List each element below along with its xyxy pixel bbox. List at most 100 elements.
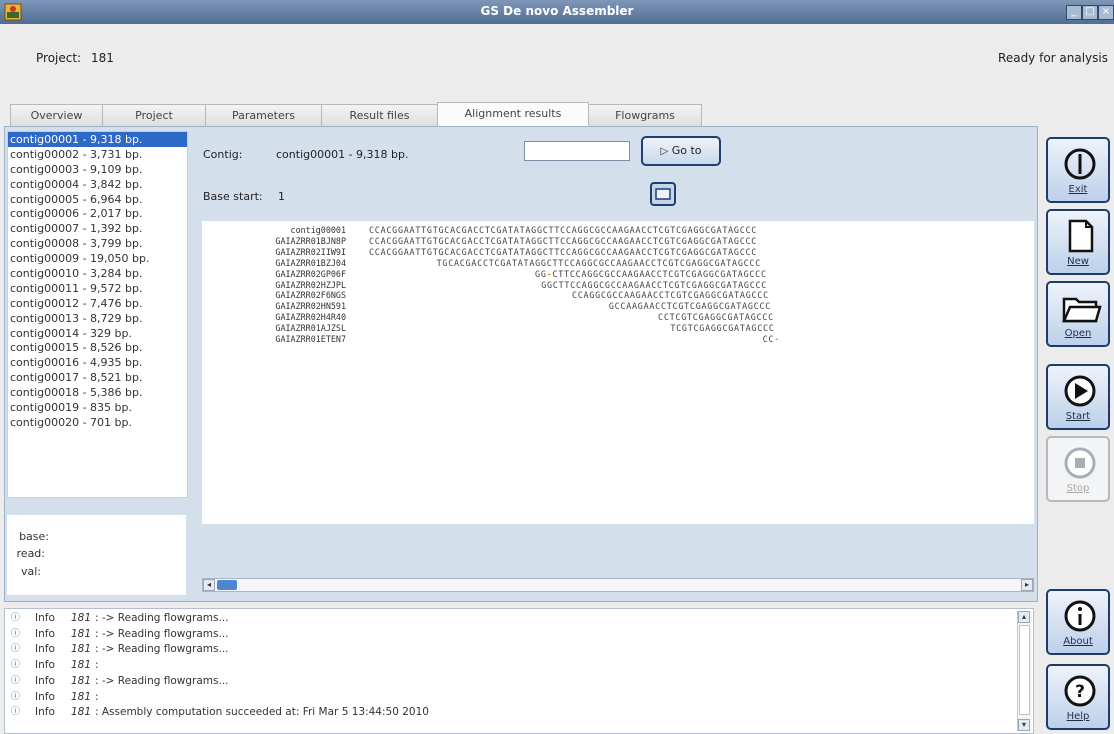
base-start-label: Base start: bbox=[203, 190, 263, 203]
alignment-row: GAIAZRR02GP06F GG-CTTCCAGGCGCCAAGAACCTCGT… bbox=[202, 269, 1034, 280]
maximize-button[interactable]: □ bbox=[1082, 5, 1098, 20]
contig-list-item[interactable]: contig00009 - 19,050 bp. bbox=[8, 251, 187, 266]
tab-alignment-results[interactable]: Alignment results bbox=[437, 102, 589, 127]
contig-label: Contig: bbox=[203, 148, 243, 161]
about-button[interactable]: About bbox=[1046, 589, 1110, 655]
tab-project[interactable]: Project bbox=[102, 104, 206, 126]
log-message: : bbox=[95, 659, 99, 672]
contig-list-item[interactable]: contig00011 - 9,572 bp. bbox=[8, 281, 187, 296]
exit-label: Exit bbox=[1068, 184, 1088, 195]
alignment-row: contig00001 CCACGGAATTGTGCACGACCTCGATATAG… bbox=[202, 225, 1034, 236]
stop-button[interactable]: Stop bbox=[1046, 436, 1110, 502]
contig-list-item[interactable]: contig00014 - 329 bp. bbox=[8, 326, 187, 341]
contig-list-item[interactable]: contig00020 - 701 bp. bbox=[8, 415, 187, 430]
scroll-down-icon[interactable]: ▾ bbox=[1018, 719, 1030, 731]
contig-list-item[interactable]: contig00005 - 6,964 bp. bbox=[8, 192, 187, 207]
play-arrow-icon: ▷ bbox=[660, 146, 669, 157]
log-message: : -> Reading flowgrams... bbox=[95, 674, 229, 687]
contig-value: contig00001 - 9,318 bp. bbox=[276, 148, 409, 161]
val-label: val: bbox=[20, 565, 41, 578]
log-vertical-scrollbar[interactable]: ▴ ▾ bbox=[1017, 611, 1032, 731]
horizontal-scrollbar[interactable]: ◂ ▸ bbox=[202, 578, 1034, 592]
status-text: Ready for analysis bbox=[998, 51, 1108, 65]
open-folder-icon bbox=[1062, 297, 1102, 323]
contig-list-item[interactable]: contig00019 - 835 bp. bbox=[8, 400, 187, 415]
log-scroll-thumb[interactable] bbox=[1019, 625, 1030, 715]
close-button[interactable]: × bbox=[1098, 5, 1114, 20]
scroll-thumb[interactable] bbox=[217, 580, 237, 590]
log-project: 181 bbox=[71, 643, 92, 656]
about-label: About bbox=[1063, 636, 1093, 647]
help-button[interactable]: ? Help bbox=[1046, 664, 1110, 730]
base-info-box: base: read: val: bbox=[7, 515, 186, 595]
info-icon bbox=[1064, 600, 1096, 632]
contig-list-item[interactable]: contig00016 - 4,935 bp. bbox=[8, 355, 187, 370]
new-label: New bbox=[1067, 256, 1089, 267]
log-level: Info bbox=[35, 690, 55, 703]
contig-list-item[interactable]: contig00006 - 2,017 bp. bbox=[8, 206, 187, 221]
contig-list-item[interactable]: contig00001 - 9,318 bp. bbox=[8, 132, 187, 147]
contig-list-item[interactable]: contig00007 - 1,392 bp. bbox=[8, 221, 187, 236]
log-panel: ⓘ Info 181: -> Reading flowgrams... ⓘ Info 18… bbox=[4, 608, 1034, 734]
read-name: GAIAZRR02HN591 bbox=[275, 301, 346, 312]
open-label: Open bbox=[1064, 328, 1092, 339]
contig-list[interactable]: contig00001 - 9,318 bp. contig00002 - 3,7… bbox=[7, 131, 188, 498]
start-button[interactable]: Start bbox=[1046, 364, 1110, 430]
log-project: 181 bbox=[71, 706, 92, 719]
log-level: Info bbox=[35, 612, 55, 624]
tab-result-files[interactable]: Result files bbox=[321, 104, 438, 126]
read-name: GAIAZRR02HZJPL bbox=[275, 279, 346, 290]
help-icon: ? bbox=[1064, 675, 1096, 707]
exit-button[interactable]: Exit bbox=[1046, 137, 1110, 203]
read-sequence: CCAGGCGCCAAGAACCTCGTCGAGGCGATAGCCC bbox=[571, 290, 769, 301]
tab-parameters[interactable]: Parameters bbox=[205, 104, 322, 126]
start-label: Start bbox=[1065, 411, 1091, 422]
log-project: 181 bbox=[71, 674, 92, 687]
view-toggle-button[interactable] bbox=[650, 182, 676, 206]
read-sequence: TGCACGACCTCGATATAGGCTTCCAGGCGCCAAGAACCTC… bbox=[436, 257, 762, 268]
contig-list-item[interactable]: contig00017 - 8,521 bp. bbox=[8, 370, 187, 385]
scroll-up-icon[interactable]: ▴ bbox=[1018, 611, 1030, 623]
info-small-icon: ⓘ bbox=[11, 707, 21, 718]
goto-button[interactable]: ▷ Go to bbox=[641, 136, 721, 166]
log-level: Info bbox=[35, 706, 55, 719]
alignment-row: GAIAZRR01BZJ04 TGCACGACCTCGATATAGGCTTCCAG… bbox=[202, 258, 1034, 269]
read-sequence: CCACGGAATTGTGCACGACCTCGATATAGGCTTCCAGGCG… bbox=[369, 235, 758, 246]
contig-list-item[interactable]: contig00018 - 5,386 bp. bbox=[8, 385, 187, 400]
tab-overview[interactable]: Overview bbox=[10, 104, 103, 126]
svg-text:?: ? bbox=[1075, 682, 1085, 702]
tab-flowgrams[interactable]: Flowgrams bbox=[588, 104, 702, 126]
log-project: 181 bbox=[71, 612, 92, 624]
contig-list-item[interactable]: contig00012 - 7,476 bp. bbox=[8, 296, 187, 311]
info-small-icon: ⓘ bbox=[11, 675, 21, 686]
contig-list-item[interactable]: contig00003 - 9,109 bp. bbox=[8, 162, 187, 177]
log-level: Info bbox=[35, 659, 55, 672]
info-small-icon: ⓘ bbox=[11, 660, 21, 671]
info-small-icon: ⓘ bbox=[11, 613, 21, 623]
project-label: Project: bbox=[36, 51, 82, 65]
alignment-row: GAIAZRR02F6NGS CCAGGCGCCAAGAACCTCGTCGAGGC… bbox=[202, 290, 1034, 301]
contig-list-item[interactable]: contig00004 - 3,842 bp. bbox=[8, 177, 187, 192]
project-value: 181 bbox=[90, 51, 114, 65]
alignment-row: GAIAZRR02IIW9I CCACGGAATTGTGCACGACCTCGATA… bbox=[202, 247, 1034, 258]
contig-list-item[interactable]: contig00010 - 3,284 bp. bbox=[8, 266, 187, 281]
minimize-button[interactable]: _ bbox=[1066, 5, 1082, 20]
log-message: : -> Reading flowgrams... bbox=[95, 627, 229, 640]
read-sequence: GCCAAGAACCTCGTCGAGGCGATAGCCC bbox=[608, 301, 772, 312]
stop-label: Stop bbox=[1066, 483, 1090, 494]
log-level: Info bbox=[35, 674, 55, 687]
contig-list-item[interactable]: contig00015 - 8,526 bp. bbox=[8, 340, 187, 355]
scroll-right-icon[interactable]: ▸ bbox=[1021, 579, 1033, 591]
contig-list-item[interactable]: contig00013 - 8,729 bp. bbox=[8, 311, 187, 326]
goto-position-input[interactable] bbox=[524, 141, 630, 161]
alignment-row: GAIAZRR01BJN8P CCACGGAATTGTGCACGACCTCGATA… bbox=[202, 236, 1034, 247]
alignment-row: GAIAZRR01AJZSL TCGTCGAGGCGATAGCCC bbox=[202, 323, 1034, 334]
new-button[interactable]: New bbox=[1046, 209, 1110, 275]
read-sequence: GGCTTCCAGGCGCCAAGAACCTCGTCGAGGCGATAGCCC bbox=[541, 279, 768, 290]
scroll-left-icon[interactable]: ◂ bbox=[203, 579, 215, 591]
log-project: 181 bbox=[71, 690, 92, 703]
open-button[interactable]: Open bbox=[1046, 281, 1110, 347]
contig-list-item[interactable]: contig00008 - 3,799 bp. bbox=[8, 236, 187, 251]
read-name: GAIAZRR02F6NGS bbox=[275, 290, 346, 301]
contig-list-item[interactable]: contig00002 - 3,731 bp. bbox=[8, 147, 187, 162]
